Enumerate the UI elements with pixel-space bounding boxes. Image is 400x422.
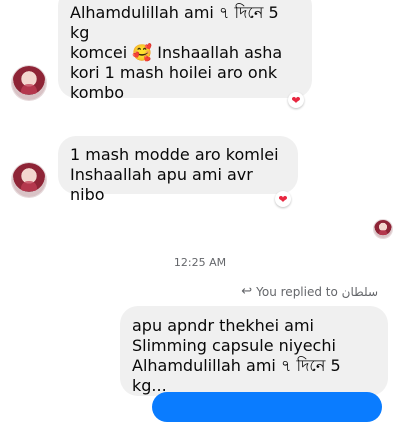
read-receipt-avatar bbox=[374, 220, 392, 238]
quoted-reply-message[interactable]: apu apndr thekhei ami Slimming capsule n… bbox=[120, 306, 388, 396]
heart-reaction-icon[interactable]: ❤ bbox=[275, 191, 291, 207]
contact-avatar[interactable] bbox=[12, 163, 46, 197]
received-message-2[interactable]: 1 mash modde aro komlei Inshaallah apu a… bbox=[58, 136, 298, 204]
reply-indicator: ↩ You replied to سلطان bbox=[241, 284, 378, 299]
message-timestamp: 12:25 AM bbox=[173, 256, 227, 269]
reply-arrow-icon: ↩ bbox=[241, 284, 253, 299]
received-message-1[interactable]: Alhamdulillah ami ৭ দিনে 5 kg komcei 🥰 I… bbox=[58, 0, 312, 102]
heart-reaction-icon[interactable]: ❤ bbox=[288, 92, 304, 108]
heart-icon: ❤ bbox=[278, 192, 288, 206]
contact-avatar[interactable] bbox=[12, 66, 46, 100]
reply-label: You replied to سلطان bbox=[256, 284, 378, 299]
sent-message-bubble[interactable] bbox=[152, 392, 382, 422]
heart-icon: ❤ bbox=[291, 93, 301, 107]
